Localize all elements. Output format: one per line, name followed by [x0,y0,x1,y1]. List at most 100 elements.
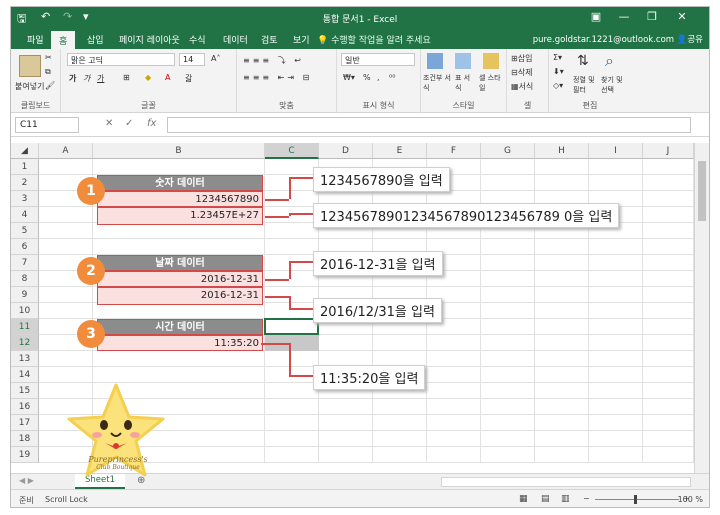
cell-b2-number-header[interactable]: 숫자 데이터 [97,175,263,191]
zoom-slider-thumb[interactable] [634,495,637,504]
horizontal-scrollbar[interactable] [441,477,691,487]
comma-button[interactable]: , [377,73,380,82]
vertical-scrollbar[interactable] [694,143,709,473]
decimal-icons[interactable]: ⁰⁰ [389,73,395,82]
font-name-select[interactable]: 맑은 고딕 [67,53,175,66]
column-header-g[interactable]: G [481,143,535,159]
row-header-19[interactable]: 19 [11,447,39,463]
number-format-select[interactable]: 일반 [341,53,415,66]
column-header-f[interactable]: F [427,143,481,159]
font-size-select[interactable]: 14 [179,53,205,66]
format-painter-icon[interactable]: 🖌 [45,81,55,90]
row-header-15[interactable]: 15 [11,383,39,399]
tab-page-layout[interactable]: 페이지 레이아웃 [119,33,180,46]
row-header-18[interactable]: 18 [11,431,39,447]
cell-b8[interactable]: 2016-12-31 [97,271,263,287]
cell-b11-time-header[interactable]: 시간 데이터 [97,319,263,335]
account-area[interactable]: pure.goldstar.1221@outlook.com 👤공유 [533,33,703,45]
find-select-icon[interactable]: ⌕ [605,51,614,71]
tab-home[interactable]: 홈 [51,31,76,49]
vertical-scroll-thumb[interactable] [698,161,706,221]
sort-filter-button[interactable]: 정렬 및 필터 [573,75,599,95]
find-select-button[interactable]: 찾기 및 선택 [601,75,629,95]
share-button[interactable]: 공유 [687,35,703,45]
font-color-icon[interactable]: A [165,73,170,82]
tab-formulas[interactable]: 수식 [189,33,206,46]
italic-button[interactable]: 가 [83,73,90,84]
row-header-9[interactable]: 9 [11,287,39,303]
cell-b9[interactable]: 2016-12-31 [97,287,263,305]
tell-me-box[interactable]: 💡 수행할 작업을 알려 주세요 [317,33,431,46]
delete-cells-button[interactable]: ⊟삭제 [511,67,532,78]
row-header-2[interactable]: 2 [11,175,39,191]
autosum-icon[interactable]: Σ▾ [553,53,562,62]
align-top-icons[interactable]: ≡≡≡ ⤵ ↩ [243,55,304,66]
clear-icon[interactable]: ◇▾ [553,81,563,90]
tab-view[interactable]: 보기 [293,33,310,46]
formula-input[interactable] [167,117,691,133]
align-left-icons[interactable]: ≡≡≡ ⇤⇥ ⊟ [243,73,312,82]
column-header-h[interactable]: H [535,143,589,159]
row-header-11[interactable]: 11 [11,319,39,335]
row-header-1[interactable]: 1 [11,159,39,175]
cancel-icon[interactable]: ✕ [105,118,113,129]
format-table-icon[interactable] [455,53,471,69]
row-header-14[interactable]: 14 [11,367,39,383]
row-header-10[interactable]: 10 [11,303,39,319]
minimize-icon[interactable]: — [613,10,635,23]
underline-button[interactable]: 가 [97,73,104,84]
fill-color-icon[interactable]: ◆ [145,73,151,82]
maximize-icon[interactable]: ❐ [641,10,663,23]
sort-filter-icon[interactable]: ⇅ [577,53,589,69]
percent-button[interactable]: % [363,73,371,82]
format-cells-button[interactable]: ▦서식 [511,81,533,92]
row-header-8[interactable]: 8 [11,271,39,287]
tab-insert[interactable]: 삽입 [87,33,104,46]
cell-styles-button[interactable]: 셀 스타일 [479,73,505,93]
column-header-i[interactable]: I [589,143,643,159]
active-cell-c11[interactable] [264,318,319,335]
cut-icon[interactable]: ✂ [45,53,52,62]
column-header-j[interactable]: J [643,143,694,159]
cell-b4[interactable]: 1.23457E+27 [97,207,263,225]
conditional-format-button[interactable]: 조건부 서식 [423,73,451,93]
column-header-b[interactable]: B [93,143,265,159]
zoom-out-icon[interactable]: − [583,494,590,503]
tab-review[interactable]: 검토 [261,33,278,46]
column-header-c[interactable]: C [265,143,319,159]
cell-b3[interactable]: 1234567890 [97,191,263,207]
cell-b12[interactable]: 11:35:20 [97,335,263,351]
fill-icon[interactable]: ⬇▾ [553,67,564,76]
copy-icon[interactable]: ⧉ [45,67,51,77]
sheet-nav-icons[interactable]: ◀ ▶ [19,476,34,485]
row-header-13[interactable]: 13 [11,351,39,367]
grow-font-icon[interactable]: A˄ [211,54,220,63]
tab-data[interactable]: 데이터 [223,33,248,46]
row-header-7[interactable]: 7 [11,255,39,271]
phonetic-icon[interactable]: 갋 [185,73,192,84]
row-header-6[interactable]: 6 [11,239,39,255]
enter-icon[interactable]: ✓ [125,118,133,129]
insert-function-icon[interactable]: fx [147,118,156,129]
tab-file[interactable]: 파일 [27,33,44,46]
cell-b7-date-header[interactable]: 날짜 데이터 [97,255,263,271]
row-header-16[interactable]: 16 [11,399,39,415]
select-all-corner[interactable]: ◢ [11,143,39,159]
cell-styles-icon[interactable] [483,53,499,69]
close-icon[interactable]: ✕ [671,10,693,23]
currency-icon[interactable]: ₩▾ [343,73,355,82]
paste-button[interactable]: 붙여넣기 [15,81,44,92]
column-header-d[interactable]: D [319,143,373,159]
conditional-format-icon[interactable] [427,53,443,69]
page-layout-view-icon[interactable]: ▤ [541,494,550,504]
page-break-view-icon[interactable]: ▥ [561,494,570,504]
row-header-12[interactable]: 12 [11,335,39,351]
bold-button[interactable]: 가 [69,73,76,84]
border-icon[interactable]: ⊞ [123,73,130,82]
format-table-button[interactable]: 표 서식 [455,73,475,93]
zoom-level[interactable]: 100 % [678,495,703,504]
normal-view-icon[interactable]: ▦ [519,494,528,504]
row-header-3[interactable]: 3 [11,191,39,207]
paste-icon[interactable] [19,55,41,77]
zoom-slider[interactable] [595,499,679,500]
